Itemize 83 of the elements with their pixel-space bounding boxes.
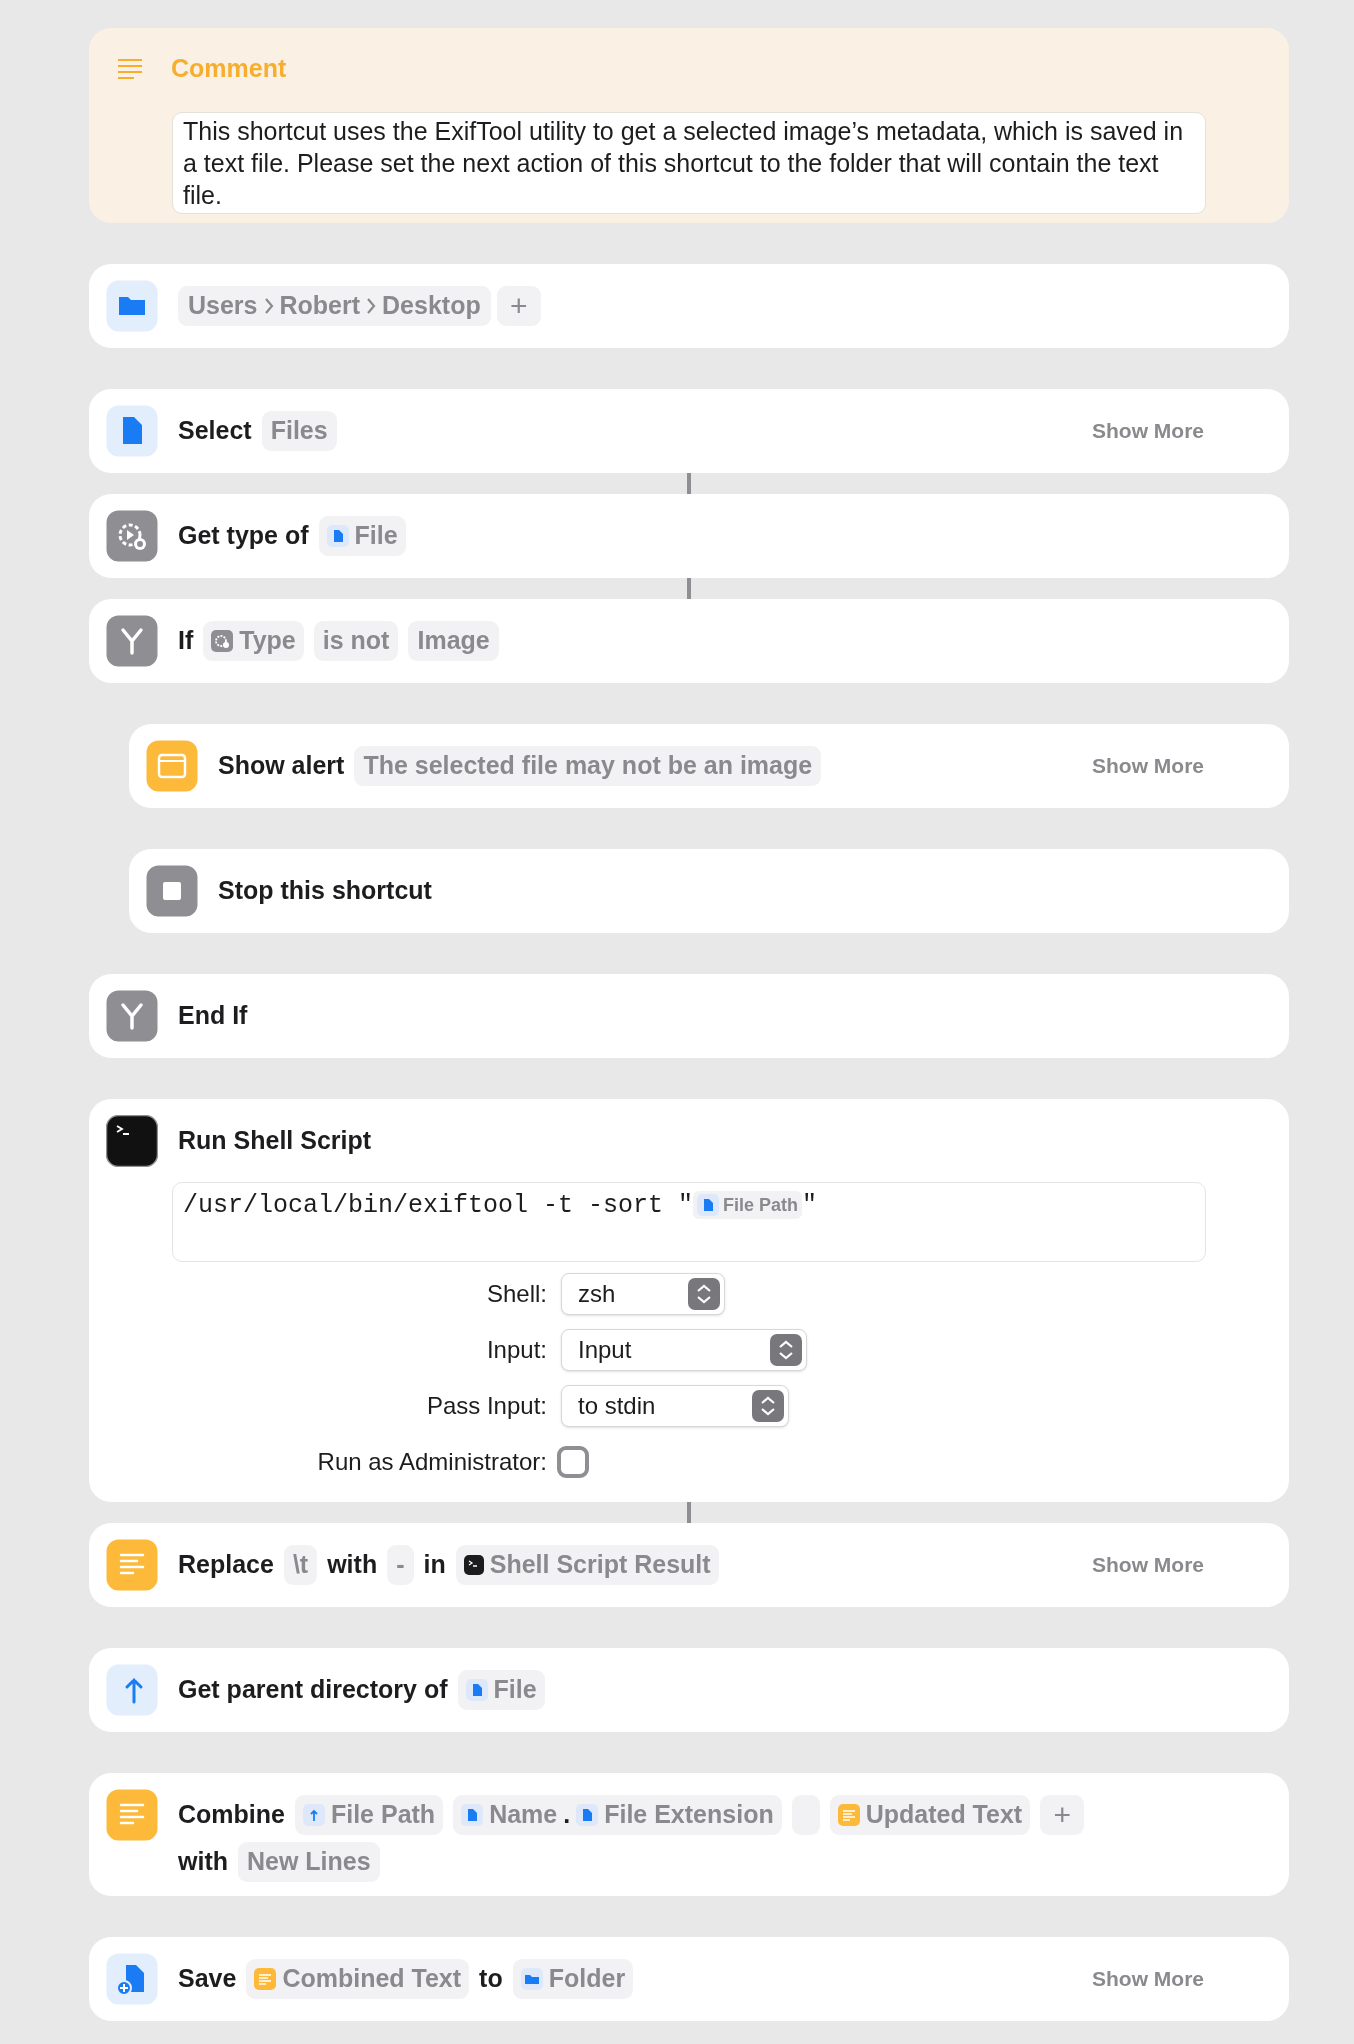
variable-token[interactable]: Folder <box>512 1959 634 1999</box>
text-icon <box>837 1804 860 1826</box>
text-icon <box>106 1789 158 1841</box>
field-label: Shell: <box>485 1279 548 1309</box>
action-label: Combine <box>178 1799 285 1831</box>
parameter-token[interactable]: Image <box>408 621 499 661</box>
parameter-token[interactable]: - <box>387 1545 414 1585</box>
stepper-icon <box>770 1334 802 1366</box>
action-label: Run Shell Script <box>178 1125 372 1157</box>
window-icon <box>146 740 198 792</box>
action-label: Get type of <box>178 520 309 552</box>
stepper-icon <box>752 1390 784 1422</box>
terminal-icon <box>463 1555 484 1575</box>
comment-field[interactable]: This shortcut uses the ExifTool utility to get a selected image’s metadata, which is saved in a text file. Please set the next action of this shortcut to the folder that will contain the text file. <box>172 112 1206 214</box>
action-label: Replace <box>178 1549 274 1581</box>
show-more-button[interactable]: Show More <box>1092 415 1204 447</box>
action-label: with <box>178 1846 228 1878</box>
parameter-token[interactable]: The selected file may not be an image <box>354 746 822 786</box>
stop-icon <box>146 865 198 917</box>
path-token[interactable]: Users Robert Desktop <box>178 286 491 326</box>
branch-icon <box>106 615 158 667</box>
file-icon <box>326 525 349 547</box>
folder-icon <box>106 280 158 332</box>
variable-token[interactable]: File Path <box>693 1191 803 1219</box>
action-label: in <box>423 1549 446 1581</box>
dot-separator: . <box>563 1799 571 1831</box>
code-text: " <box>802 1190 818 1222</box>
checkbox[interactable] <box>557 1446 589 1478</box>
folder-icon <box>520 1968 543 1990</box>
file-icon <box>697 1194 720 1216</box>
parameter-token[interactable]: Files <box>261 411 337 451</box>
popup-menu[interactable]: Input <box>561 1329 807 1371</box>
path-label: Robert <box>279 290 361 322</box>
action-label: If <box>178 625 194 657</box>
show-more-button[interactable]: Show More <box>1092 1549 1204 1581</box>
popup-menu[interactable]: to stdin <box>561 1385 789 1427</box>
file-icon <box>106 405 158 457</box>
save-file-icon <box>106 1953 158 2005</box>
comment-title: Comment <box>171 53 287 85</box>
chevron-icon <box>263 297 274 315</box>
variable-token[interactable]: Updated Text <box>829 1795 1031 1835</box>
action-label: Save <box>178 1963 237 1995</box>
field-label: Input: <box>485 1335 548 1365</box>
action-label: Stop this shortcut <box>218 875 432 907</box>
variable-token[interactable]: File <box>318 516 406 556</box>
variable-token[interactable]: Combined Text <box>246 1959 470 1999</box>
popup-menu[interactable]: zsh <box>561 1273 725 1315</box>
parameter-token[interactable]: \t <box>283 1545 318 1585</box>
show-more-button[interactable]: Show More <box>1092 750 1204 782</box>
code-text: /usr/local/bin/exiftool -t -sort " <box>183 1190 694 1222</box>
gear-icon <box>211 630 234 652</box>
add-button[interactable]: + <box>1040 1795 1085 1835</box>
add-button[interactable]: + <box>496 286 541 326</box>
parameter-token[interactable]: New Lines <box>238 1842 380 1882</box>
action-label: with <box>327 1549 378 1581</box>
path-label: Users <box>188 290 258 322</box>
text-icon <box>254 1968 277 1990</box>
path-label: Desktop <box>382 290 481 322</box>
variable-token[interactable]: Name <box>461 1796 558 1834</box>
field-label: Run as Administrator: <box>316 1447 548 1477</box>
action-label: Show alert <box>218 750 345 782</box>
file-icon <box>465 1679 488 1701</box>
action-label: Select <box>178 415 252 447</box>
stepper-icon <box>688 1278 720 1310</box>
variable-token[interactable]: Type <box>203 621 304 661</box>
show-more-button[interactable]: Show More <box>1092 1963 1204 1995</box>
terminal-icon <box>106 1115 158 1167</box>
field-label: Pass Input: <box>425 1391 548 1421</box>
action-label: End If <box>178 1000 248 1032</box>
variable-token[interactable]: File Extension <box>576 1796 774 1834</box>
chevron-icon <box>366 297 377 315</box>
action-label: to <box>479 1963 503 1995</box>
variable-token[interactable]: File <box>457 1670 545 1710</box>
text-icon <box>106 1539 158 1591</box>
file-icon <box>576 1804 599 1826</box>
gear-icon <box>106 510 158 562</box>
parameter-token[interactable]: is not <box>313 621 399 661</box>
file-icon <box>461 1804 484 1826</box>
comment-icon <box>117 58 143 80</box>
branch-icon <box>106 990 158 1042</box>
variable-token[interactable]: File Path <box>294 1795 444 1835</box>
variable-token[interactable]: Shell Script Result <box>455 1545 719 1585</box>
action-label: Get parent directory of <box>178 1674 448 1706</box>
